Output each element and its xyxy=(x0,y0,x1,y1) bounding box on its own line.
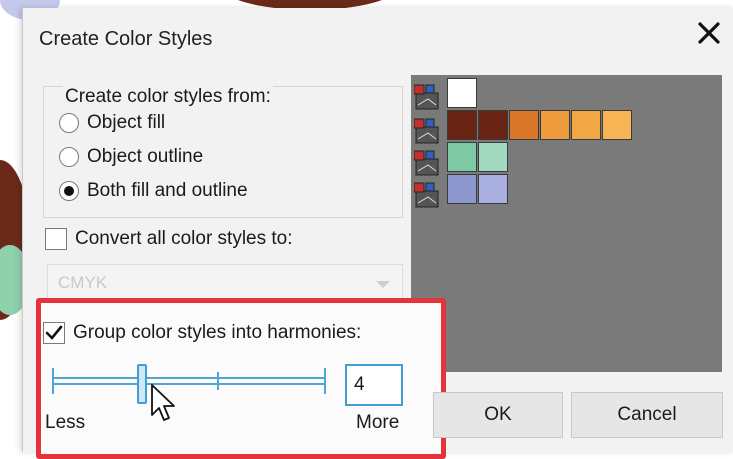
color-swatch[interactable] xyxy=(602,110,632,140)
radio-both-fill-outline[interactable]: Both fill and outline xyxy=(59,180,248,202)
dropdown-value: CMYK xyxy=(58,273,108,292)
cancel-button[interactable]: Cancel xyxy=(571,392,723,438)
harmony-row-icon xyxy=(414,118,439,144)
checkmark-icon xyxy=(45,325,63,340)
slider-max-label: More xyxy=(356,412,400,433)
dialog-title: Create Color Styles xyxy=(39,28,213,50)
slider-tick xyxy=(52,368,54,394)
harmony-row-icon xyxy=(414,84,439,110)
create-color-styles-dialog: Create Color Styles Create color styles … xyxy=(22,8,733,459)
color-swatch[interactable] xyxy=(447,110,477,140)
radio-button-selected[interactable] xyxy=(59,181,79,201)
group-harmonies-label: Group color styles into harmonies: xyxy=(73,322,362,343)
convert-label: Convert all color styles to: xyxy=(75,228,293,249)
color-harmonies-preview xyxy=(411,75,722,372)
color-swatch[interactable] xyxy=(571,110,601,140)
chevron-down-icon xyxy=(376,281,390,288)
close-icon xyxy=(698,22,720,44)
color-swatch[interactable] xyxy=(478,110,508,140)
convert-checkbox[interactable] xyxy=(45,228,67,250)
harmony-row-icon xyxy=(414,182,439,208)
close-button[interactable] xyxy=(694,18,724,48)
group-harmonies-checkbox[interactable] xyxy=(43,322,65,344)
radio-label: Both fill and outline xyxy=(87,180,248,201)
radio-button[interactable] xyxy=(59,147,79,167)
slider-thumb[interactable] xyxy=(137,364,147,404)
slider-tick xyxy=(324,368,326,394)
slider-track[interactable] xyxy=(53,377,325,379)
color-swatch[interactable] xyxy=(478,174,508,204)
ok-button[interactable]: OK xyxy=(433,392,563,438)
color-swatch[interactable] xyxy=(447,78,477,108)
color-swatch[interactable] xyxy=(540,110,570,140)
color-model-dropdown[interactable]: CMYK xyxy=(47,264,403,300)
radio-button[interactable] xyxy=(59,113,79,133)
radio-object-outline[interactable]: Object outline xyxy=(59,146,203,168)
slider-min-label: Less xyxy=(45,412,86,433)
radio-object-fill[interactable]: Object fill xyxy=(59,112,165,134)
color-swatch[interactable] xyxy=(447,174,477,204)
group-harmonies-checkbox-row[interactable]: Group color styles into harmonies: xyxy=(43,322,361,344)
radio-label: Object outline xyxy=(87,146,204,167)
slider-track[interactable] xyxy=(53,383,325,385)
color-swatch[interactable] xyxy=(509,110,539,140)
slider-tick xyxy=(217,372,219,390)
mouse-pointer-icon xyxy=(151,384,175,421)
color-swatch[interactable] xyxy=(447,142,477,172)
convert-color-styles-checkbox-row[interactable]: Convert all color styles to: xyxy=(45,228,293,250)
source-group-legend: Create color styles from: xyxy=(63,86,273,108)
radio-label: Object fill xyxy=(87,112,166,133)
harmony-row-icon xyxy=(414,150,439,176)
color-swatch[interactable] xyxy=(478,142,508,172)
harmonies-count-input[interactable]: 4 xyxy=(345,364,403,406)
